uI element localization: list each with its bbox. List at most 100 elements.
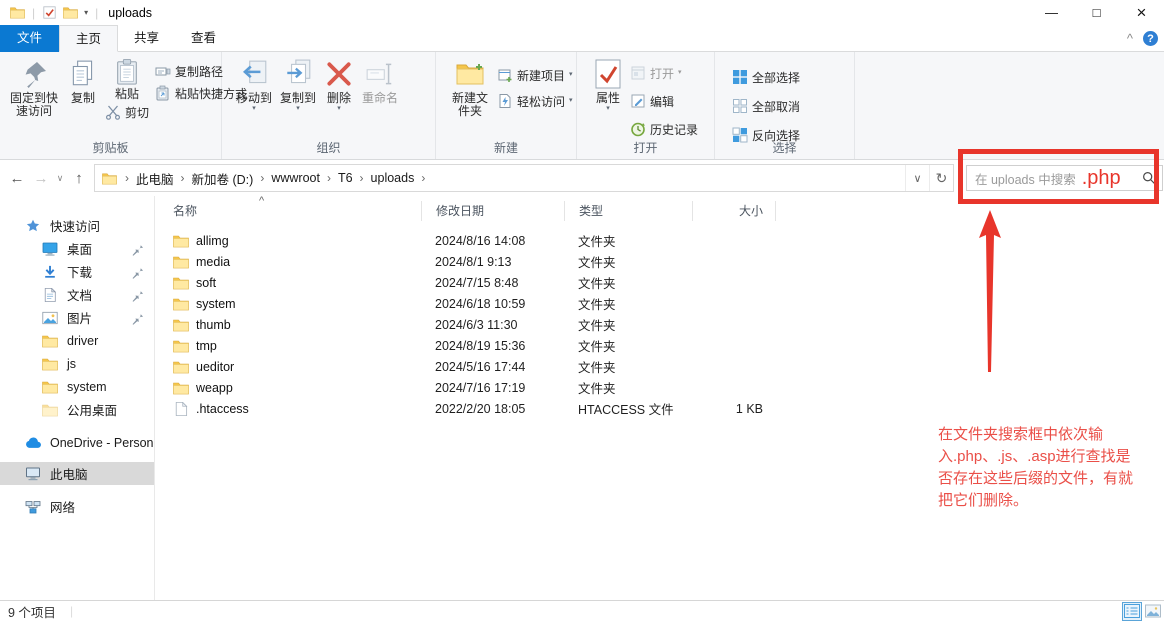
window-title: uploads [108,6,152,20]
file-row[interactable]: system2024/6/18 10:59文件夹 [155,293,1164,314]
sidebar-item--[interactable]: 公用桌面 [0,398,154,421]
tab-file[interactable]: 文件 [0,25,59,52]
sidebar-item-label: 下载 [67,262,92,281]
sidebar-item-cloud[interactable]: OneDrive - Persona [0,431,154,454]
pc-icon [25,467,41,481]
breadcrumb-separator-icon[interactable]: › [179,171,187,185]
thumbnail-view-icon [1145,604,1161,618]
column-header-name[interactable]: 名称 [167,201,421,221]
tab-home[interactable]: 主页 [59,25,118,52]
close-button[interactable]: × [1119,0,1164,25]
file-type: 文件夹 [564,357,692,376]
breadcrumb-item[interactable]: wwwroot [266,171,325,185]
sidebar-item--[interactable]: 文档 [0,283,154,306]
sidebar-item-system[interactable]: system [0,375,154,398]
sort-ascending-icon[interactable]: ^ [259,195,264,207]
search-icon[interactable] [1142,171,1156,185]
file-row[interactable]: allimg 2024/8/16 14:08文件夹 [155,230,1164,251]
address-dropdown-icon[interactable]: ∨ [905,165,929,191]
file-row[interactable]: media2024/8/1 9:13文件夹 [155,251,1164,272]
folder-icon [42,334,58,348]
copy-button[interactable]: 复制 [64,56,102,108]
edit-button[interactable]: 编辑 [627,90,701,112]
recent-locations-dropdown-icon[interactable]: ∨ [54,173,66,184]
easy-access-button[interactable]: 轻松访问 ▾ [494,90,576,112]
file-row[interactable]: weapp2024/7/16 17:19文件夹 [155,377,1164,398]
rename-button[interactable]: 重命名 [358,56,402,108]
breadcrumb-separator-icon[interactable]: › [358,171,366,185]
tab-share[interactable]: 共享 [118,25,175,52]
file-name: ueditor [196,360,234,374]
sidebar-item-driver[interactable]: driver [0,329,154,352]
pinned-icon [129,242,145,256]
back-button[interactable]: ← [6,170,28,187]
move-to-button[interactable]: 移动到 ▾ [232,56,276,115]
history-button[interactable]: 历史记录 [627,118,701,140]
minimize-button[interactable]: — [1029,0,1074,25]
file-name: allimg [196,234,229,248]
thumbnail-view-button[interactable] [1144,603,1162,620]
items-count: 9 个项目 [0,602,56,621]
up-button[interactable]: ↑ [68,170,90,187]
refresh-icon[interactable]: ↻ [929,165,953,191]
breadcrumb-item[interactable]: 此电脑 [131,169,179,188]
file-row[interactable]: ueditor2024/5/16 17:44文件夹 [155,356,1164,377]
file-date: 2024/6/3 11:30 [421,318,564,332]
file-row[interactable]: thumb2024/6/3 11:30文件夹 [155,314,1164,335]
tab-view[interactable]: 查看 [175,25,232,52]
copy-to-button[interactable]: 复制到 ▾ [276,56,320,115]
delete-button[interactable]: 删除 ▾ [320,56,358,115]
new-item-icon [497,67,513,83]
details-view-button[interactable] [1123,603,1141,620]
column-header-date[interactable]: 修改日期 [421,201,564,221]
ribbon-group-select: 全部选择 全部取消 反向选择 选择 [715,52,855,159]
file-row[interactable]: soft2024/7/15 8:48文件夹 [155,272,1164,293]
sidebar-item-network[interactable]: 网络 [0,495,154,518]
new-folder-quick-icon[interactable] [63,6,78,19]
maximize-button[interactable]: □ [1074,0,1119,25]
sidebar-item-pc[interactable]: 此电脑 [0,462,154,485]
sidebar-item-quick-access[interactable]: 快速访问 [0,214,154,237]
file-type: 文件夹 [564,231,692,250]
folder-icon [173,255,189,269]
column-header-type[interactable]: 类型 [564,201,692,221]
new-folder-button[interactable]: 新建文件夹 [446,56,494,121]
pinned-icon [129,288,145,302]
cut-button[interactable]: 剪切 [102,101,152,123]
collapse-ribbon-icon[interactable]: ^ [1127,31,1133,46]
search-box[interactable]: 在 uploads 中搜索 .php [966,165,1163,191]
open-button[interactable]: 打开 ▾ [627,62,701,84]
column-header-size[interactable]: 大小 [692,201,775,221]
annotation-text: 在文件夹搜索框中依次输 入.php、.js、.asp进行查找是 否存在这些后缀的… [938,424,1164,512]
paste-button[interactable]: 粘贴 [110,56,144,101]
properties-quick-icon[interactable] [42,6,57,19]
pin-to-quick-access-button[interactable]: 固定到快速访问 [4,56,64,121]
help-icon[interactable]: ? [1143,31,1158,46]
file-row[interactable]: .htaccess2022/2/20 18:05HTACCESS 文件1 KB [155,398,1164,419]
group-label-open: 打开 [577,139,714,156]
select-all-button[interactable]: 全部选择 [729,66,803,88]
breadcrumb-item[interactable]: 新加卷 (D:) [187,169,259,188]
qat-customize-dropdown-icon[interactable]: ▾ [84,8,88,17]
sidebar-item--[interactable]: 图片 [0,306,154,329]
sidebar-item--[interactable]: 桌面 [0,237,154,260]
breadcrumb-separator-icon[interactable]: › [325,171,333,185]
download-icon [42,265,58,279]
forward-button[interactable]: → [30,170,52,187]
file-name: .htaccess [196,402,249,416]
file-row[interactable]: tmp2024/8/19 15:36文件夹 [155,335,1164,356]
sidebar: 快速访问桌面下载文档图片driverjssystem公用桌面 OneDrive -… [0,196,155,600]
breadcrumb-item[interactable]: T6 [333,171,358,185]
copy-icon [68,59,98,89]
address-bar[interactable]: › 此电脑›新加卷 (D:)›wwwroot›T6›uploads› ∨ ↻ [94,164,954,192]
breadcrumb-separator-icon[interactable]: › [419,171,427,185]
select-none-button[interactable]: 全部取消 [729,95,803,117]
breadcrumb-item[interactable]: uploads [366,171,420,185]
breadcrumb-separator-icon[interactable]: › [258,171,266,185]
properties-button[interactable]: 属性 ▾ [589,56,627,115]
sidebar-item--[interactable]: 下载 [0,260,154,283]
sidebar-item-js[interactable]: js [0,352,154,375]
new-item-button[interactable]: 新建项目 ▾ [494,64,576,86]
delete-icon [324,59,354,89]
file-date: 2024/8/16 14:08 [421,234,564,248]
